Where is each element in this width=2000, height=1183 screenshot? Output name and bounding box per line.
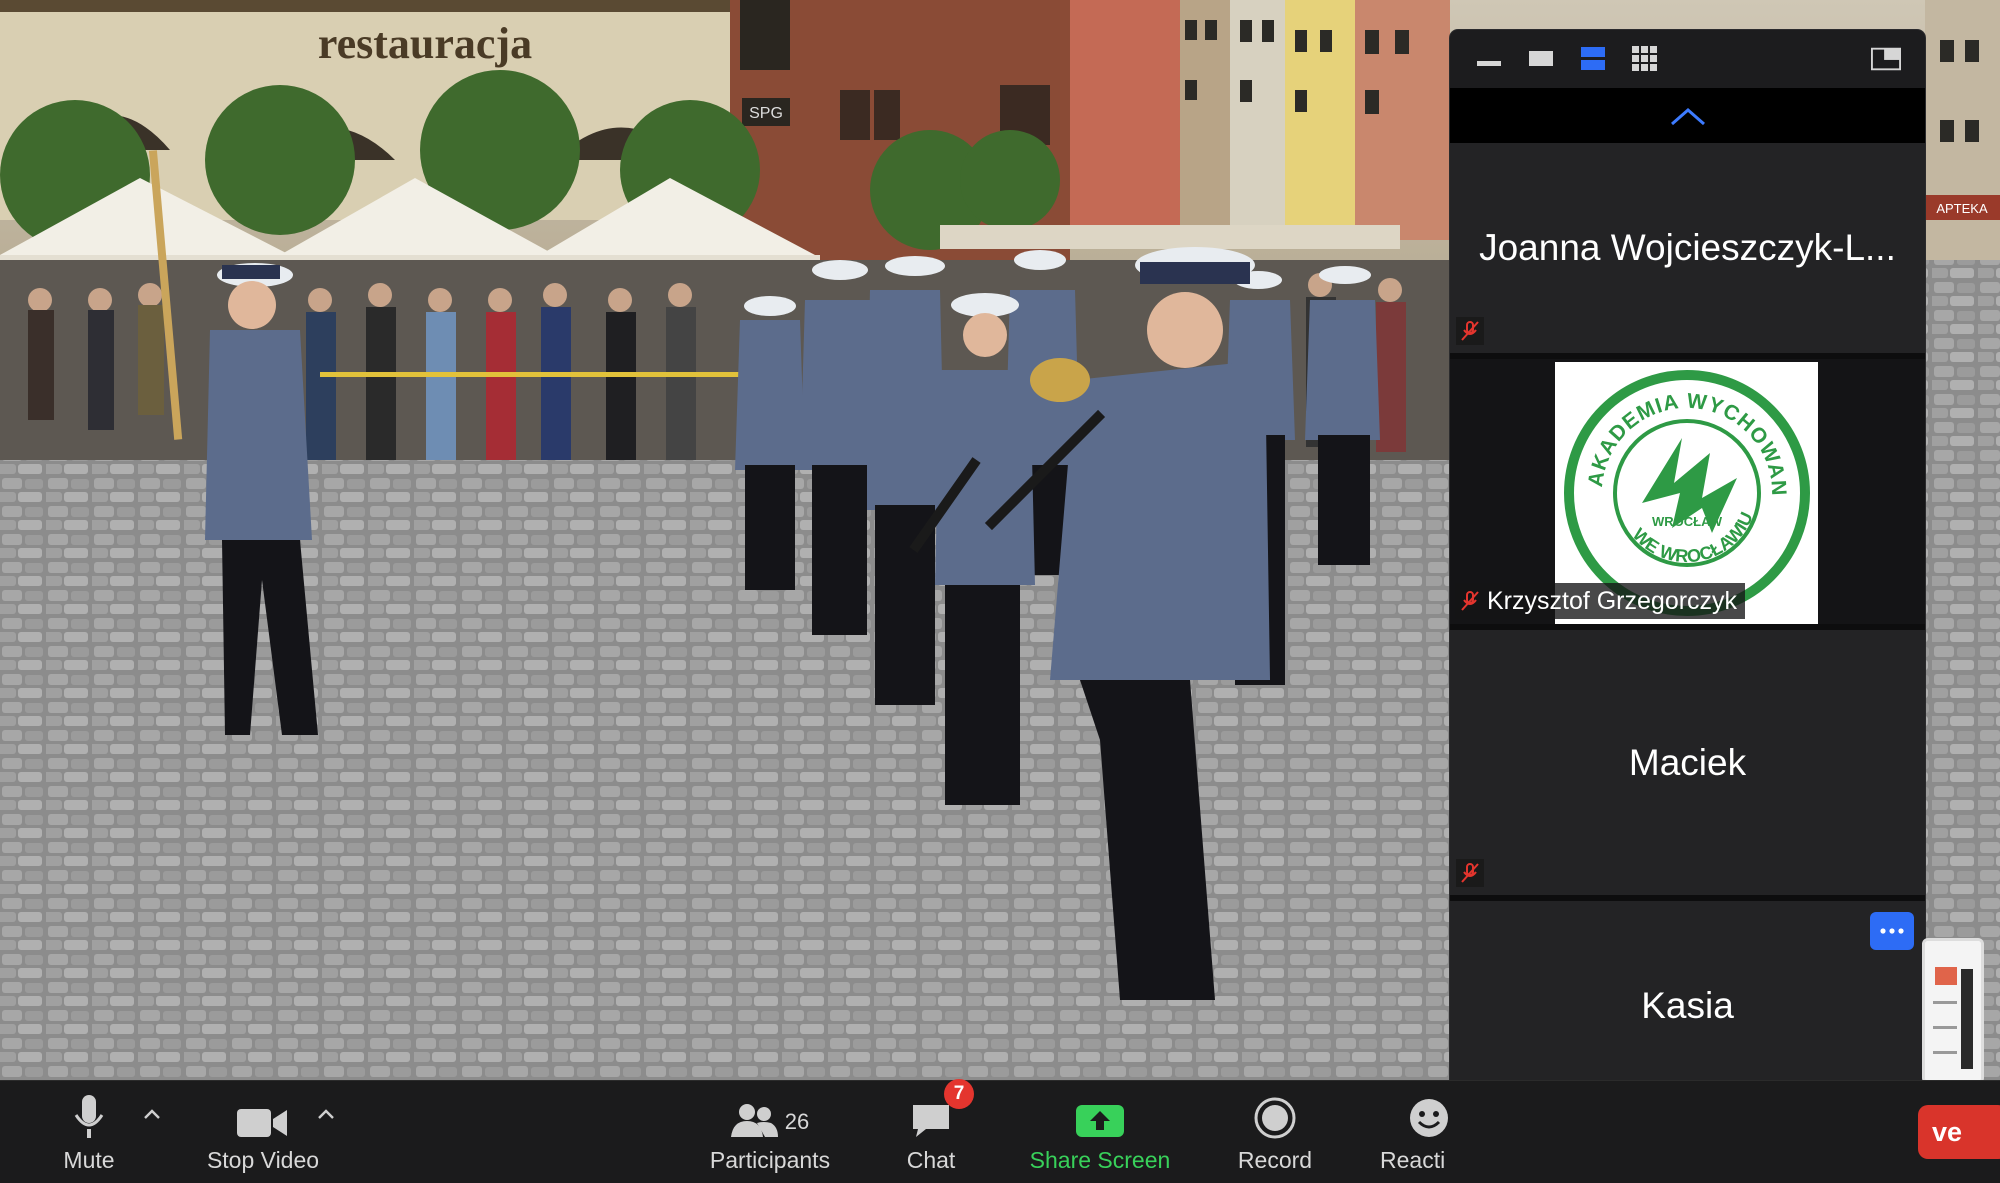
minimize-icon[interactable] — [1474, 44, 1504, 74]
share-screen-label: Share Screen — [1029, 1147, 1171, 1173]
participant-name: Krzysztof Grzegorczyk — [1487, 586, 1738, 615]
apteka-sign: APTEKA — [1936, 201, 1988, 216]
participant-tile[interactable]: Maciek — [1450, 630, 1925, 901]
more-options-button[interactable] — [1870, 912, 1914, 950]
record-icon — [1254, 1097, 1296, 1139]
meeting-toolbar: Mute Stop Video 26 Participants 7 Chat S… — [0, 1079, 2000, 1183]
microphone-icon — [74, 1095, 104, 1138]
panel-view-controls — [1450, 30, 1925, 88]
participants-video-panel: Joanna Wojcieszczyk-L... AKADEMIA WYCHOW… — [1450, 30, 1925, 1175]
mic-muted-icon — [1456, 317, 1484, 345]
participants-label: Participants — [709, 1147, 831, 1173]
participant-name-chip: Krzysztof Grzegorczyk — [1455, 583, 1746, 619]
participants-button[interactable]: 26 Participants — [700, 1081, 840, 1183]
mic-muted-icon — [1456, 859, 1484, 887]
record-button[interactable]: Record — [1225, 1081, 1325, 1183]
mute-button[interactable]: Mute — [48, 1081, 130, 1183]
video-options-caret[interactable] — [315, 1103, 337, 1125]
reactions-button[interactable]: Reacti — [1380, 1081, 1450, 1183]
chevron-up-icon — [318, 1109, 334, 1119]
chat-bubble-icon — [913, 1105, 949, 1137]
audio-options-caret[interactable] — [141, 1103, 163, 1125]
participants-count: 26 — [784, 1109, 810, 1134]
share-screen-icon — [1076, 1105, 1124, 1137]
share-screen-button[interactable]: Share Screen — [1020, 1081, 1180, 1183]
side-by-side-icon[interactable] — [1578, 44, 1608, 74]
speaker-strip-icon[interactable] — [1526, 44, 1556, 74]
reactions-label: Reacti — [1380, 1147, 1446, 1173]
restaurant-sign: restauracja — [318, 19, 532, 68]
more-dots-icon — [1880, 928, 1904, 934]
participant-name: Maciek — [1628, 741, 1747, 783]
stop-video-label: Stop Video — [206, 1147, 320, 1173]
record-label: Record — [1237, 1147, 1313, 1173]
video-camera-icon — [237, 1109, 287, 1137]
chevron-up-icon — [144, 1109, 160, 1119]
grid-icon[interactable] — [1630, 44, 1660, 74]
chat-label: Chat — [906, 1147, 956, 1173]
participants-icon — [730, 1104, 778, 1137]
participant-name: Kasia — [1641, 985, 1734, 1026]
mute-label: Mute — [63, 1147, 115, 1173]
logo-center-text: WROCŁAW — [1651, 514, 1722, 529]
chat-button[interactable]: 7 Chat — [890, 1079, 974, 1183]
participant-tile[interactable]: AKADEMIA WYCHOWANIA FIZYCZNEGO WE WROCŁA… — [1450, 359, 1925, 630]
chevron-up-icon — [1670, 107, 1705, 125]
leave-label: ve — [1932, 1116, 1963, 1147]
smiley-icon — [1410, 1099, 1448, 1137]
small-sign: SPG — [749, 105, 783, 122]
participant-tile[interactable]: Joanna Wojcieszczyk-L... — [1450, 143, 1925, 359]
stop-video-button[interactable]: Stop Video — [198, 1081, 328, 1183]
scroll-up-button[interactable] — [1450, 88, 1925, 143]
exit-panel-icon[interactable] — [1871, 44, 1901, 74]
phone-thumbnail — [1922, 938, 1984, 1084]
leave-button[interactable]: ve — [1918, 1105, 2000, 1159]
chat-unread-badge: 7 — [944, 1079, 974, 1109]
participant-name: Joanna Wojcieszczyk-L... — [1479, 227, 1896, 268]
mic-muted-icon — [1461, 591, 1479, 611]
